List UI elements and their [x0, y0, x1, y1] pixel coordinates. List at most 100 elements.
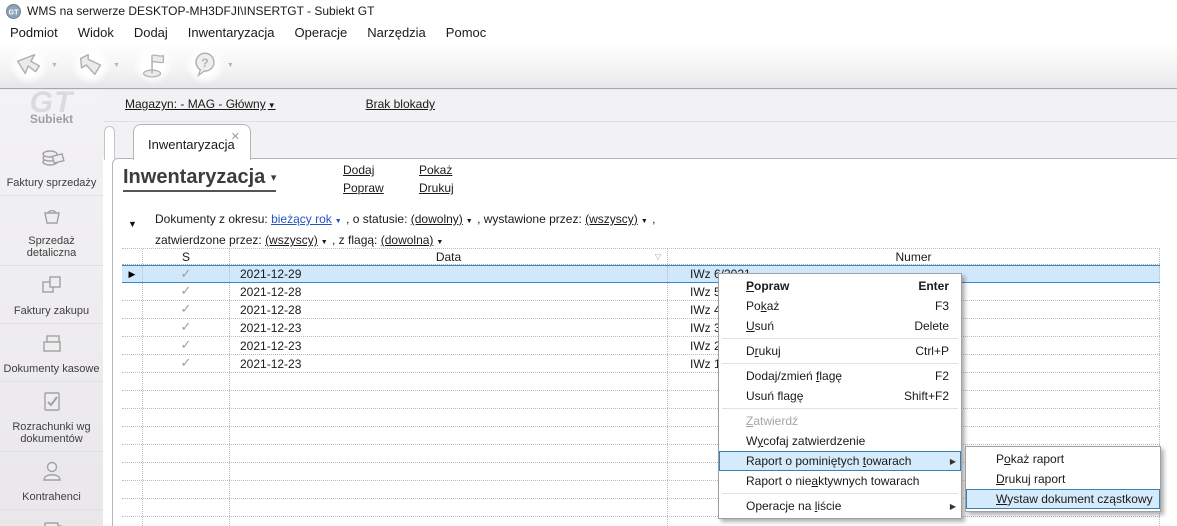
flag-icon — [134, 46, 172, 84]
filter-dropdown-wszyscy[interactable]: (wszyscy) — [265, 233, 318, 247]
menubar-item-pomoc[interactable]: Pomoc — [436, 23, 496, 42]
lock-status-link[interactable]: Brak blokady — [366, 97, 435, 111]
context-menu-item-usuń[interactable]: UsuńDelete — [719, 316, 961, 336]
table-row[interactable]: ▶✓2021-12-29IWz 6/2021 — [122, 265, 1160, 283]
table-row[interactable]: ✓2021-12-28IWz 4 — [122, 301, 1160, 319]
checkmark-icon: ✓ — [181, 267, 192, 282]
sidebar-item-rozrachunki-wg-dokumentów[interactable]: Rozrachunki wg dokumentów — [0, 381, 103, 451]
submenu-item-pokaż-raport[interactable]: Pokaż raport — [966, 449, 1160, 469]
filter-dropdown-dowolna[interactable]: (dowolna) — [381, 233, 434, 247]
filter-bar: Dokumenty z okresu: bieżący rok▼ , o sta… — [155, 210, 655, 252]
action-link-popraw[interactable]: Popraw — [343, 181, 419, 199]
menu-shortcut: Ctrl+P — [915, 344, 949, 358]
action-link-drukuj[interactable]: Drukuj — [419, 181, 495, 199]
page-title[interactable]: Inwentaryzacja ▾ — [123, 166, 276, 192]
menu-separator — [722, 338, 958, 339]
toolbar: ▼ ▼ ? — [0, 42, 1177, 89]
dropdown-arrow-icon: ▼ — [466, 218, 473, 225]
empty-cell — [230, 517, 668, 526]
dropdown-arrow-icon[interactable]: ▼ — [113, 62, 120, 69]
mnemonic-char: P — [746, 279, 754, 293]
table-row[interactable]: ✓2021-12-23IWz 2 — [122, 337, 1160, 355]
data-cell: 2021-12-23 — [230, 319, 668, 336]
filter-dropdown-wszyscy[interactable]: (wszyscy) — [585, 212, 638, 226]
filter-dropdown-bieżący-rok[interactable]: bieżący rok — [271, 212, 332, 226]
empty-cell — [230, 499, 668, 516]
checkmark-icon: ✓ — [181, 338, 192, 353]
empty-cell — [122, 499, 143, 516]
dropdown-arrow-icon[interactable]: ▼ — [227, 62, 234, 69]
context-menu-item-raport-o-pominiętych-towarach[interactable]: Raport o pominiętych towarach▶ — [719, 451, 961, 471]
menu-item-label: Usuń flagę — [746, 389, 803, 403]
submenu-item-wystaw-dokument-cząstkowy[interactable]: Wystaw dokument cząstkowy — [966, 489, 1160, 509]
context-menu-item-raport-o-nieaktywnych-towarach[interactable]: Raport o nieaktywnych towarach — [719, 471, 961, 491]
mnemonic-char: y — [757, 434, 763, 448]
context-menu-item-drukuj[interactable]: DrukujCtrl+P — [719, 341, 961, 361]
dropdown-arrow-icon: ▼ — [335, 218, 342, 225]
select-tool-button[interactable]: ▼ — [10, 46, 58, 84]
filter-collapse-icon[interactable]: ▼ — [128, 219, 137, 229]
title-bar: GT WMS na serwerze DESKTOP-MH3DFJI\INSER… — [0, 0, 1177, 22]
sidebar-item-towary-i-usługi[interactable]: Towary i usługi — [0, 509, 103, 526]
table-row[interactable]: ✓2021-12-23IWz 1 — [122, 355, 1160, 373]
settlements-icon — [2, 386, 101, 421]
sidebar-item-kontrahenci[interactable]: Kontrahenci — [0, 451, 103, 509]
mnemonic-char: U — [746, 319, 755, 333]
menubar-item-podmiot[interactable]: Podmiot — [0, 23, 68, 42]
filter-label: zatwierdzone przez: — [155, 233, 262, 247]
sidebar-item-dokumenty-kasowe[interactable]: Dokumenty kasowe — [0, 323, 103, 381]
filter-label: , o statusie: — [346, 212, 407, 226]
empty-cell — [122, 409, 143, 426]
filter-label: , z flagą: — [332, 233, 377, 247]
menu-shortcut: Shift+F2 — [904, 389, 949, 403]
row-indicator-cell — [122, 301, 143, 318]
empty-cell — [230, 445, 668, 462]
menubar-item-widok[interactable]: Widok — [68, 23, 124, 42]
dropdown-arrow-icon[interactable]: ▼ — [51, 62, 58, 69]
empty-cell — [230, 409, 668, 426]
filter-dropdown-dowolny[interactable]: (dowolny) — [411, 212, 463, 226]
row-pointer-icon: ▶ — [129, 269, 136, 280]
context-menu-item-wycofaj-zatwierdzenie[interactable]: Wycofaj zatwierdzenie — [719, 431, 961, 451]
table-header-indicator[interactable] — [122, 249, 143, 264]
help-button[interactable]: ? ▼ — [186, 46, 234, 84]
menubar-item-operacje[interactable]: Operacje — [285, 23, 358, 42]
status-cell: ✓ — [143, 355, 230, 372]
mnemonic-char: r — [755, 344, 759, 358]
empty-cell — [230, 391, 668, 408]
table-empty-row — [122, 373, 1160, 391]
empty-cell — [122, 391, 143, 408]
checkmark-icon: ✓ — [181, 356, 192, 371]
action-link-dodaj[interactable]: Dodaj — [343, 163, 419, 181]
menubar-item-inwentaryzacja[interactable]: Inwentaryzacja — [178, 23, 285, 42]
mnemonic-char: l — [815, 499, 818, 513]
menubar-item-dodaj[interactable]: Dodaj — [124, 23, 178, 42]
sidebar-item-faktury-zakupu[interactable]: Faktury zakupu — [0, 265, 103, 323]
status-cell: ✓ — [143, 266, 230, 282]
action-link-pokaż[interactable]: Pokaż — [419, 163, 495, 181]
send-tool-button[interactable]: ▼ — [72, 46, 120, 84]
table-row[interactable]: ✓2021-12-28IWz 5 — [122, 283, 1160, 301]
tab-inwentaryzacja[interactable]: Inwentaryzacja ✕ — [133, 124, 251, 160]
flag-button[interactable] — [134, 46, 172, 84]
context-menu-item-popraw[interactable]: PoprawEnter — [719, 276, 961, 296]
context-menu-item-usuń-flagę[interactable]: Usuń flagę Shift+F2 — [719, 386, 961, 406]
send-arrow-icon — [72, 46, 110, 84]
sidebar-item-faktury-sprzedaży[interactable]: Faktury sprzedaży — [0, 138, 103, 195]
context-menu-item-operacje-na-liście[interactable]: Operacje na liście▶ — [719, 496, 961, 516]
close-icon[interactable]: ✕ — [231, 130, 240, 143]
context-menu-item-dodaj-zmień-flagę[interactable]: Dodaj/zmień flagęF2 — [719, 366, 961, 386]
data-cell: 2021-12-28 — [230, 283, 668, 300]
tab-strip — [103, 122, 1177, 158]
sidebar-item-label: Dokumenty kasowe — [2, 363, 101, 375]
filter-label: Dokumenty z okresu: — [155, 212, 268, 226]
table-row[interactable]: ✓2021-12-23IWz 3 — [122, 319, 1160, 337]
menu-item-label: Wycofaj zatwierdzenie — [746, 434, 865, 448]
sidebar-brand: GT Subiekt — [0, 90, 103, 138]
sidebar-item-sprzedaż-detaliczna[interactable]: Sprzedaż detaliczna — [0, 195, 103, 265]
submenu-item-drukuj-raport[interactable]: Drukuj raport — [966, 469, 1160, 489]
warehouse-selector[interactable]: Magazyn: - MAG - Główny▼ — [125, 97, 276, 111]
context-menu-item-pokaż[interactable]: PokażF3 — [719, 296, 961, 316]
menubar-item-narzędzia[interactable]: Narzędzia — [357, 23, 436, 42]
table-header-numer[interactable]: Numer — [668, 249, 1160, 264]
